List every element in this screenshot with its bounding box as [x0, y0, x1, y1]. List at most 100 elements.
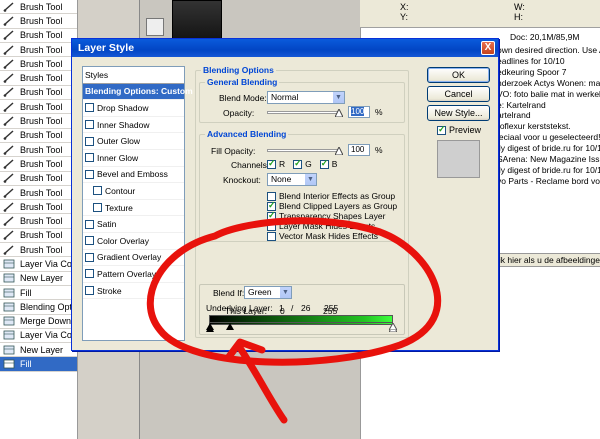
advanced-option-box[interactable]	[267, 231, 276, 241]
style-checkbox[interactable]	[93, 186, 102, 196]
history-item[interactable]: Brush Tool	[0, 57, 77, 72]
channel-checkbox-box[interactable]	[293, 158, 303, 169]
history-item[interactable]: Brush Tool	[0, 186, 77, 201]
ok-button[interactable]: OK	[427, 67, 490, 83]
style-item[interactable]: Contour	[83, 183, 184, 200]
style-checkbox[interactable]	[85, 236, 94, 246]
advanced-option-box[interactable]	[267, 210, 276, 221]
style-checkbox[interactable]	[85, 169, 94, 179]
style-item[interactable]: Outer Glow	[83, 133, 184, 150]
channel-checkbox[interactable]: G	[293, 158, 312, 169]
browser-text-line[interactable]: own desired direction. Use Alt and	[497, 45, 600, 56]
history-item[interactable]: Brush Tool	[0, 214, 77, 229]
channel-checkbox[interactable]: B	[319, 158, 337, 169]
style-checkbox[interactable]	[85, 120, 94, 130]
browser-text-line[interactable]: e: Kartelrand	[497, 100, 600, 111]
style-checkbox[interactable]	[93, 203, 102, 213]
advanced-option-checkbox[interactable]: Layer Mask Hides Effects	[267, 221, 375, 231]
style-checkbox[interactable]	[85, 153, 94, 163]
preview-checkbox[interactable]: Preview	[437, 124, 481, 135]
history-item[interactable]: Brush Tool	[0, 71, 77, 86]
underlying-black-knob-right[interactable]	[226, 323, 234, 330]
history-item[interactable]: Layer Via Copy	[0, 257, 77, 272]
history-item[interactable]: Brush Tool	[0, 100, 77, 115]
advanced-option-checkbox[interactable]: Blend Interior Effects as Group	[267, 191, 395, 201]
history-item[interactable]: Brush Tool	[0, 172, 77, 186]
channel-checkbox[interactable]: R	[267, 158, 285, 169]
blend-mode-select[interactable]: Normal ▼	[267, 91, 345, 104]
fill-opacity-slider-knob[interactable]	[335, 147, 343, 155]
history-item[interactable]: Blending Options	[0, 300, 77, 315]
history-item[interactable]: Fill	[0, 286, 77, 301]
history-item[interactable]: Brush Tool	[0, 243, 77, 258]
opacity-input[interactable]: 100	[348, 106, 370, 118]
style-item[interactable]: Stroke	[83, 283, 184, 300]
style-checkbox[interactable]	[85, 269, 94, 279]
underlying-white-knob[interactable]	[389, 323, 397, 330]
preview-checkbox-box[interactable]	[437, 124, 446, 135]
style-item[interactable]: Satin	[83, 216, 184, 233]
fill-opacity-slider[interactable]	[267, 149, 339, 152]
advanced-option-box[interactable]	[267, 221, 276, 231]
history-item[interactable]: Brush Tool	[0, 157, 77, 172]
style-checkbox[interactable]	[85, 252, 94, 262]
advanced-option-checkbox[interactable]: Transparency Shapes Layer	[267, 210, 385, 221]
style-item[interactable]: Inner Glow	[83, 150, 184, 167]
style-item[interactable]: Drop Shadow	[83, 100, 184, 117]
history-item[interactable]: Brush Tool	[0, 143, 77, 158]
underlying-layer-gradient-slider[interactable]	[209, 315, 393, 323]
opacity-slider-knob[interactable]	[335, 109, 343, 117]
history-item[interactable]: New Layer	[0, 272, 77, 286]
style-item[interactable]: Gradient Overlay	[83, 250, 184, 267]
style-item[interactable]: Pattern Overlay	[83, 266, 184, 283]
browser-text-line[interactable]: vo Parts - Reclame bord voor	[497, 176, 600, 187]
history-item[interactable]: Brush Tool	[0, 0, 77, 15]
style-checkbox[interactable]	[85, 286, 94, 296]
style-checkbox[interactable]	[85, 136, 94, 146]
history-item[interactable]: Fill	[0, 357, 77, 372]
history-item[interactable]: Brush Tool	[0, 43, 77, 58]
chevron-down-icon[interactable]: ▼	[279, 287, 291, 298]
history-item[interactable]: Brush Tool	[0, 114, 77, 129]
advanced-option-checkbox[interactable]: Vector Mask Hides Effects	[267, 231, 378, 241]
dialog-titlebar[interactable]: Layer Style X	[72, 39, 498, 57]
history-item[interactable]: New Layer	[0, 343, 77, 358]
history-item[interactable]: Brush Tool	[0, 29, 77, 43]
browser-text-line[interactable]: lly digest of bride.ru for 10/10	[497, 143, 600, 154]
style-item[interactable]: Inner Shadow	[83, 117, 184, 134]
blend-if-select[interactable]: Green ▼	[244, 286, 292, 299]
advanced-option-checkbox[interactable]: Blend Clipped Layers as Group	[267, 200, 397, 211]
history-item[interactable]: Brush Tool	[0, 14, 77, 29]
browser-text-line[interactable]: SArena: New Magazine Issue	[497, 154, 600, 165]
styles-header[interactable]: Styles	[83, 67, 184, 84]
browser-text-line[interactable]: nderzoek Actys Wonen: maakt	[497, 78, 600, 89]
history-item[interactable]: Brush Tool	[0, 229, 77, 244]
history-item[interactable]: Layer Via Copy	[0, 329, 77, 344]
browser-text-line[interactable]: ieciaal voor u geselecteerd!	[497, 132, 600, 143]
browser-text-line[interactable]: eadlines for 10/10	[497, 56, 600, 67]
browser-text-line[interactable]: roflexur kerststekst.	[497, 121, 600, 132]
browser-text-line[interactable]: VO: foto balie mat in werkelijk	[497, 89, 600, 100]
layer-thumbnail-small[interactable]	[146, 18, 164, 36]
style-item[interactable]: Bevel and Emboss	[83, 167, 184, 184]
channel-checkbox-box[interactable]	[267, 158, 276, 169]
browser-text-line[interactable]: artelrand	[497, 110, 600, 121]
chevron-down-icon[interactable]: ▼	[332, 92, 344, 103]
close-button[interactable]: X	[481, 41, 495, 55]
browser-text-line[interactable]: lly digest of bride.ru for 10/10	[497, 165, 600, 176]
history-item[interactable]: Merge Down	[0, 315, 77, 329]
chevron-down-icon[interactable]: ▼	[304, 174, 316, 185]
new-style-button[interactable]: New Style...	[427, 105, 490, 121]
style-item[interactable]: Color Overlay	[83, 233, 184, 250]
history-item[interactable]: Brush Tool	[0, 200, 77, 215]
style-item[interactable]: Texture	[83, 200, 184, 217]
browser-text-line[interactable]: edkeuring Spoor 7	[497, 67, 600, 78]
channel-checkbox-box[interactable]	[319, 158, 329, 169]
history-item[interactable]: Brush Tool	[0, 86, 77, 101]
history-item[interactable]: Brush Tool	[0, 129, 77, 143]
style-checkbox[interactable]	[85, 103, 94, 113]
knockout-select[interactable]: None ▼	[267, 173, 317, 186]
opacity-slider[interactable]	[267, 111, 339, 114]
fill-opacity-input[interactable]: 100	[348, 144, 370, 156]
underlying-black-knob-left[interactable]	[206, 323, 214, 330]
